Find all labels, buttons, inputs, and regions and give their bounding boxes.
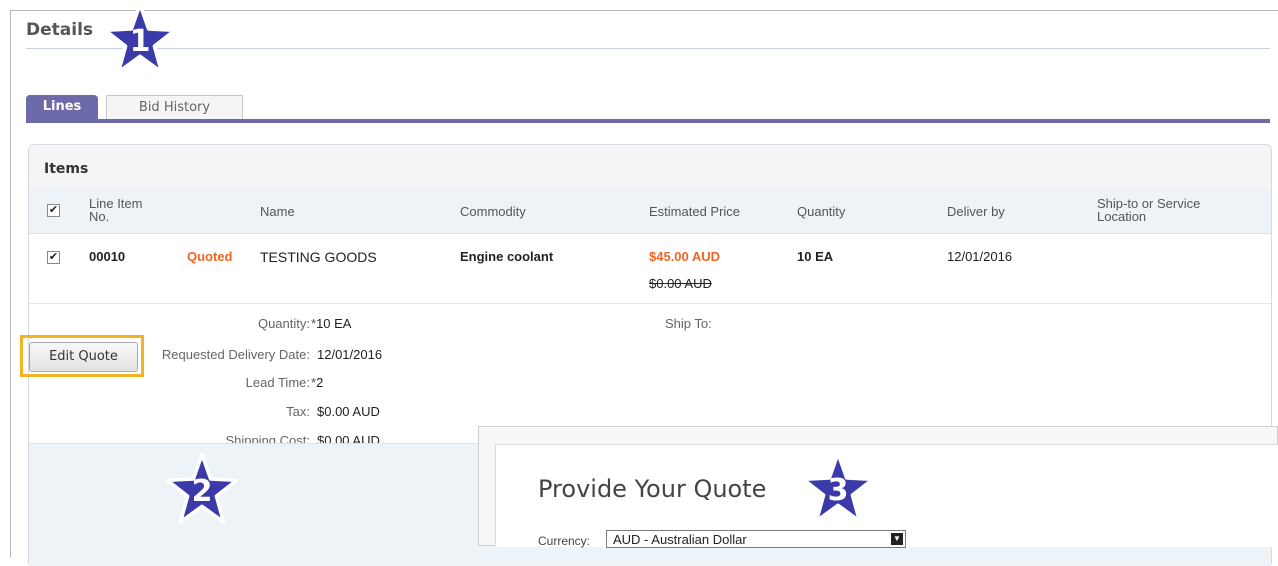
table-row[interactable]: ✔ 00010 Quoted TESTING GOODS Engine cool… xyxy=(29,234,1271,291)
callout-number: 1 xyxy=(129,24,151,59)
detail-tax-label: Tax: xyxy=(286,404,310,419)
item-old-price: $0.00 AUD xyxy=(649,276,712,291)
col-deliver-by[interactable]: Deliver by xyxy=(947,205,1005,218)
detail-ship-to-label: Ship To: xyxy=(665,316,712,331)
detail-quantity: *10 EA xyxy=(311,316,351,331)
detail-quantity-label: Quantity: xyxy=(257,316,310,331)
item-name: TESTING GOODS xyxy=(260,249,377,265)
detail-quantity-value: 10 EA xyxy=(316,316,352,331)
item-quantity: 10 EA xyxy=(797,249,834,264)
quote-title: Provide Your Quote xyxy=(538,475,767,503)
item-commodity: Engine coolant xyxy=(460,249,554,264)
detail-lead: *2 xyxy=(311,375,323,390)
row-checkbox[interactable]: ✔ xyxy=(47,251,60,264)
items-title: Items xyxy=(44,161,89,177)
col-ship-to-line2: Location xyxy=(1097,209,1147,224)
callout-star-1-icon: 1 xyxy=(104,3,176,75)
col-name[interactable]: Name xyxy=(260,205,295,218)
col-line-item-line2: No. xyxy=(89,209,110,224)
detail-tax-value: $0.00 AUD xyxy=(317,404,380,419)
item-price: $45.00 AUD xyxy=(649,249,721,264)
table-header: ✔ Line Item No. Name Commodity Estimated… xyxy=(29,189,1271,234)
line-item-number: 00010 xyxy=(89,249,126,264)
detail-lead-label: Lead Time: xyxy=(245,375,310,390)
details-divider xyxy=(26,48,1270,49)
items-header: Items xyxy=(29,145,1271,190)
currency-selected-value: AUD - Australian Dollar xyxy=(613,532,747,547)
callout-star-2-icon: 2 xyxy=(166,453,238,525)
select-all-checkbox[interactable]: ✔ xyxy=(47,204,60,217)
callout-number: 2 xyxy=(191,474,213,509)
callout-number: 3 xyxy=(827,473,849,508)
status-badge: Quoted xyxy=(187,249,233,264)
chevron-down-icon[interactable]: ▼ xyxy=(891,533,903,545)
item-deliver-by: 12/01/2016 xyxy=(947,249,1013,264)
detail-delivery-label: Requested Delivery Date: xyxy=(161,347,310,362)
detail-delivery-value: 12/01/2016 xyxy=(317,347,383,362)
currency-select[interactable]: AUD - Australian Dollar ▼ xyxy=(606,530,906,548)
tab-bid-history[interactable]: Bid History xyxy=(106,95,243,119)
tab-underline xyxy=(26,119,1270,123)
col-estimated-price[interactable]: Estimated Price xyxy=(649,205,740,218)
col-commodity[interactable]: Commodity xyxy=(460,205,526,218)
edit-quote-button[interactable]: Edit Quote xyxy=(29,342,138,372)
col-ship-to: Ship-to or Service Location xyxy=(1097,197,1200,223)
detail-lead-value: 2 xyxy=(316,375,324,390)
tab-lines[interactable]: Lines xyxy=(26,95,98,119)
details-title: Details xyxy=(26,20,94,40)
col-line-item: Line Item No. xyxy=(89,197,142,223)
callout-star-3-icon: 3 xyxy=(802,452,874,524)
col-quantity[interactable]: Quantity xyxy=(797,205,845,218)
